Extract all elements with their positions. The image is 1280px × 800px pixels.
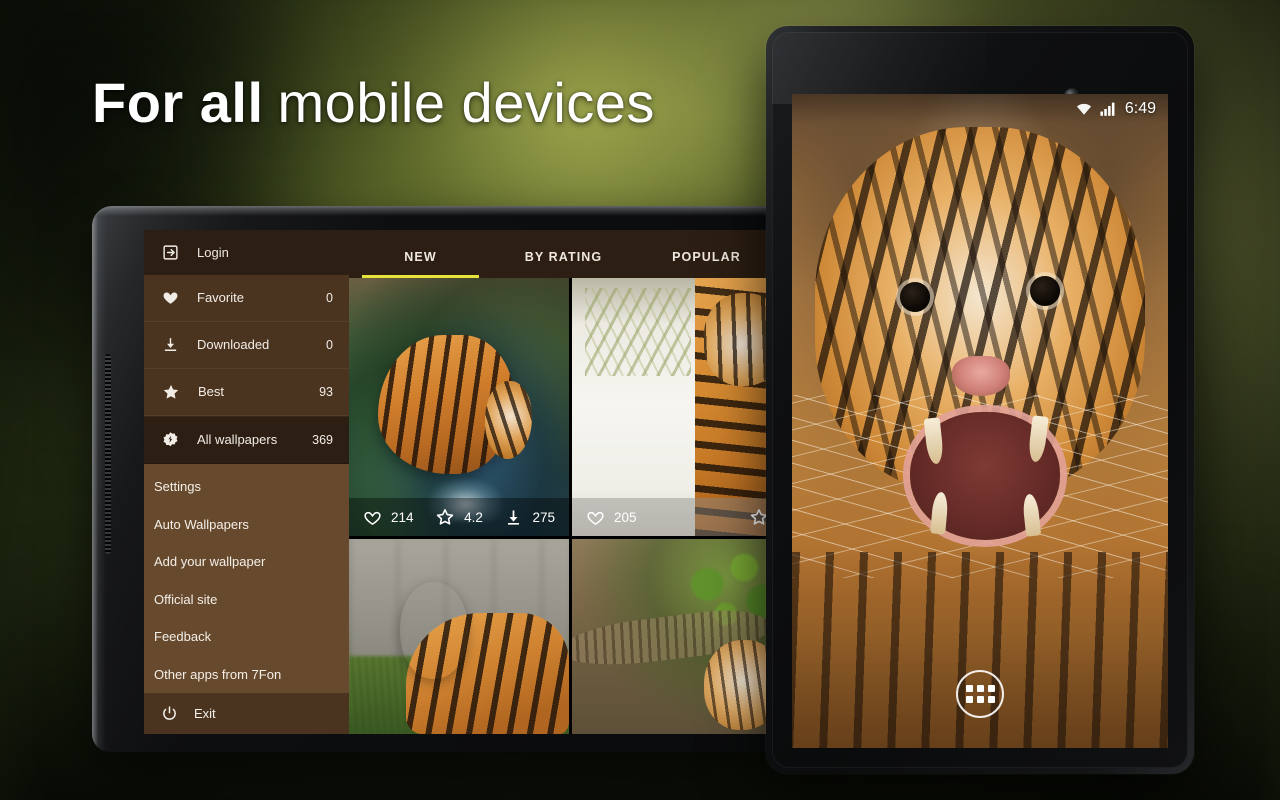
wallpaper-thumbnail-tiger-grass	[349, 539, 569, 734]
wallpaper-card-2[interactable]: 205	[572, 278, 792, 536]
signal-icon	[1100, 102, 1117, 116]
heart-icon	[162, 289, 179, 306]
drawer-item-exit[interactable]: Exit	[144, 692, 349, 734]
wallpaper-card-1-stats: 214 4.2 275	[349, 498, 569, 536]
drawer-item-downloaded-count: 0	[326, 337, 333, 352]
app-drawer-dots	[965, 685, 995, 703]
heart-outline-icon	[586, 508, 605, 527]
drawer-item-best[interactable]: Best 93	[144, 369, 349, 416]
drawer-counter-list: Favorite 0 Downloaded 0 Best 93 All wall…	[144, 274, 349, 464]
drawer-item-favorite-count: 0	[326, 290, 333, 305]
headline-light: mobile devices	[277, 71, 655, 134]
tab-new[interactable]: NEW	[349, 250, 492, 278]
heart-outline-icon	[363, 508, 382, 527]
headline-bold: For all	[92, 71, 264, 134]
wallpaper-thumbnail-tiger-cub-logs	[572, 539, 792, 734]
likes-stat[interactable]: 214	[363, 508, 414, 527]
sunburst-icon	[162, 431, 179, 448]
tablet-speaker-grille	[105, 354, 111, 554]
phone-clock: 6:49	[1124, 100, 1156, 117]
phone-screen: 6:49	[792, 94, 1168, 748]
wallpaper-card-3[interactable]	[349, 539, 569, 734]
phone-device: 6:49	[766, 26, 1194, 774]
tab-popular-label: POPULAR	[672, 250, 741, 264]
drawer-item-add-your-wallpaper[interactable]: Add your wallpaper	[144, 543, 349, 581]
drawer-item-other-apps-label: Other apps from 7Fon	[154, 666, 282, 682]
likes-value: 205	[614, 509, 637, 525]
login-icon	[162, 244, 179, 261]
tab-by-rating[interactable]: BY RATING	[492, 250, 635, 278]
drawer-item-exit-label: Exit	[194, 705, 216, 721]
promo-headline: For all mobile devices	[92, 71, 655, 134]
wallpaper-grid-column-right: 205	[572, 278, 792, 734]
drawer-item-official-site[interactable]: Official site	[144, 580, 349, 618]
drawer-item-all-wallpapers-count: 369	[312, 432, 333, 447]
wallpaper-card-1[interactable]: 214 4.2 275	[349, 278, 569, 536]
power-icon	[161, 705, 178, 722]
rating-stat[interactable]: 4.2	[435, 507, 483, 527]
tab-popular[interactable]: POPULAR	[635, 250, 778, 278]
drawer-item-downloaded[interactable]: Downloaded 0	[144, 322, 349, 369]
drawer-item-login[interactable]: Login	[144, 230, 349, 275]
tablet-bezel-highlight	[92, 206, 106, 752]
wallpaper-grid-column-left: 214 4.2 275	[349, 278, 569, 734]
drawer-item-best-label: Best	[198, 384, 225, 400]
star-icon	[162, 383, 180, 401]
drawer-item-add-your-wallpaper-label: Add your wallpaper	[154, 554, 266, 570]
tab-by-rating-label: BY RATING	[524, 250, 603, 264]
star-outline-icon	[435, 507, 455, 527]
navigation-drawer: Login Favorite 0 Downloaded 0 Best 93 Al…	[144, 230, 349, 734]
tablet-top-highlight	[92, 206, 792, 216]
tablet-screen: Login Favorite 0 Downloaded 0 Best 93 Al…	[144, 230, 792, 734]
tab-bar: NEW BY RATING POPULAR	[349, 230, 792, 278]
drawer-item-login-label: Login	[197, 244, 229, 260]
drawer-item-favorite-label: Favorite	[197, 290, 244, 306]
drawer-item-other-apps[interactable]: Other apps from 7Fon	[144, 655, 349, 693]
drawer-item-auto-wallpapers[interactable]: Auto Wallpapers	[144, 505, 349, 543]
downloads-value: 275	[532, 509, 555, 525]
drawer-item-all-wallpapers[interactable]: All wallpapers 369	[144, 416, 349, 464]
app-drawer-icon[interactable]	[956, 670, 1004, 718]
drawer-item-best-count: 93	[319, 384, 333, 399]
wifi-icon	[1076, 102, 1092, 116]
tab-new-label: NEW	[404, 250, 437, 264]
drawer-item-settings-label: Settings	[154, 479, 201, 495]
wallpaper-card-4[interactable]	[572, 539, 792, 734]
download-icon	[162, 336, 179, 353]
likes-stat[interactable]: 205	[586, 508, 637, 527]
downloads-stat[interactable]: 275	[504, 508, 555, 527]
download-icon	[504, 508, 523, 527]
phone-status-bar: 6:49	[792, 94, 1168, 124]
drawer-item-auto-wallpapers-label: Auto Wallpapers	[154, 516, 249, 532]
drawer-item-all-wallpapers-label: All wallpapers	[197, 432, 278, 448]
drawer-item-favorite[interactable]: Favorite 0	[144, 275, 349, 322]
rating-value: 4.2	[464, 509, 483, 525]
drawer-item-downloaded-label: Downloaded	[197, 337, 270, 353]
phone-wallpaper-roaring-tiger	[792, 94, 1168, 748]
wallpaper-card-2-stats: 205	[572, 498, 792, 536]
tablet-device: Login Favorite 0 Downloaded 0 Best 93 Al…	[92, 206, 792, 752]
drawer-item-feedback-label: Feedback	[154, 629, 212, 645]
drawer-item-settings[interactable]: Settings	[144, 468, 349, 506]
drawer-item-feedback[interactable]: Feedback	[144, 618, 349, 656]
wallpaper-grid: 214 4.2 275 205	[349, 278, 792, 734]
content-area: NEW BY RATING POPULAR 214 4.2 275 205	[349, 230, 792, 734]
likes-value: 214	[391, 509, 414, 525]
drawer-link-list: Settings Auto Wallpapers Add your wallpa…	[144, 463, 349, 693]
drawer-item-official-site-label: Official site	[154, 591, 218, 607]
